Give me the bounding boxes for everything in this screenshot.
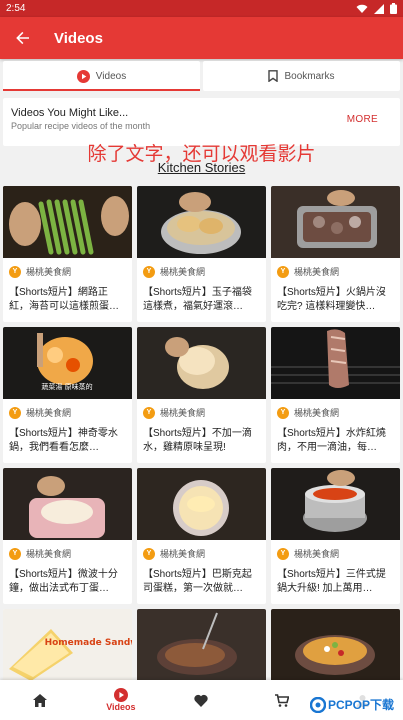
nav-favorites[interactable] xyxy=(161,680,242,720)
app-bar: Videos xyxy=(0,17,403,59)
video-card[interactable]: Y 楊桃美食網 【Shorts短片】不加一滴水，雞精原味呈現! xyxy=(137,327,266,463)
heart-icon xyxy=(194,694,209,707)
tab-bar: Videos Bookmarks xyxy=(0,61,403,91)
card-author: Y 楊桃美食網 xyxy=(3,540,132,560)
channel-logo-icon: Y xyxy=(277,265,289,278)
nav-videos[interactable]: Videos xyxy=(81,680,162,720)
video-thumbnail xyxy=(271,327,400,399)
page-title: Videos xyxy=(54,29,103,47)
video-card[interactable]: Y 楊桃美食網 【Shorts短片】巴斯克起司蛋糕，第一次做就… xyxy=(137,468,266,604)
video-card[interactable]: Y 楊桃美食網 【Shorts短片】三件式提鍋大升級! 加上萬用… xyxy=(271,468,400,604)
section-title: Kitchen Stories xyxy=(0,160,403,175)
author-name: 楊桃美食網 xyxy=(294,267,340,277)
suggest-title: Videos You Might Like... xyxy=(11,107,129,119)
channel-logo-icon: Y xyxy=(9,406,21,419)
bookmark-icon xyxy=(268,70,279,82)
play-circle-icon xyxy=(113,688,128,702)
video-thumbnail xyxy=(137,609,266,681)
video-thumbnail xyxy=(3,186,132,258)
card-author: Y 楊桃美食網 xyxy=(271,540,400,560)
video-thumbnail xyxy=(271,186,400,258)
video-thumbnail xyxy=(271,468,400,540)
video-thumbnail: 蔬菜湯 原味蒸的 xyxy=(3,327,132,399)
nav-home[interactable] xyxy=(0,680,81,720)
back-button[interactable] xyxy=(0,17,46,59)
card-author: Y 楊桃美食網 xyxy=(3,399,132,419)
video-card[interactable]: Y 楊桃美食網 【Shorts短片】玉子福袋這樣煮，福氣好運滾… xyxy=(137,186,266,322)
video-card[interactable]: 蔬菜湯 原味蒸的 Y 楊桃美食網 【Shorts短片】神奇零水鍋，我們看看怎麼… xyxy=(3,327,132,463)
author-name: 楊桃美食網 xyxy=(160,267,206,277)
pcpop-logo-icon xyxy=(309,696,326,713)
video-thumbnail xyxy=(271,609,400,681)
video-thumbnail xyxy=(137,186,266,258)
card-author: Y 楊桃美食網 xyxy=(271,399,400,419)
status-bar: 2:54 xyxy=(0,0,403,17)
suggest-subtitle: Popular recipe videos of the month xyxy=(11,121,151,131)
thumb-caption: Homemade Sandwich xyxy=(45,638,132,648)
card-title: 【Shorts短片】三件式提鍋大升級! 加上萬用… xyxy=(277,569,386,594)
card-author: Y 楊桃美食網 xyxy=(271,258,400,278)
video-thumbnail xyxy=(137,468,266,540)
author-name: 楊桃美食網 xyxy=(26,408,72,418)
author-name: 楊桃美食網 xyxy=(294,408,340,418)
tab-bookmarks[interactable]: Bookmarks xyxy=(203,61,400,91)
channel-logo-icon: Y xyxy=(143,547,155,560)
card-author: Y 楊桃美食網 xyxy=(137,540,266,560)
card-title: 【Shorts短片】網路正紅，海苔可以這樣煎蛋… xyxy=(9,287,119,312)
watermark: PCPOP下载 xyxy=(305,694,398,715)
video-card[interactable]: Y 楊桃美食網 【Shorts短片】網路正紅，海苔可以這樣煎蛋… xyxy=(3,186,132,322)
card-title: 【Shorts短片】火鍋片沒吃完? 這樣料理變快… xyxy=(277,287,386,312)
channel-logo-icon: Y xyxy=(277,547,289,560)
home-icon xyxy=(33,693,48,707)
channel-logo-icon: Y xyxy=(277,406,289,419)
card-title: 【Shorts短片】玉子福袋這樣煮，福氣好運滾… xyxy=(143,287,252,312)
channel-logo-icon: Y xyxy=(143,406,155,419)
author-name: 楊桃美食網 xyxy=(160,549,206,559)
nav-videos-label: Videos xyxy=(106,702,136,712)
card-title: 【Shorts短片】水炸紅燒肉，不用一滴油，每… xyxy=(277,428,386,453)
video-card[interactable]: Y 楊桃美食網 【Shorts短片】微波十分鐘，做出法式布丁蛋… xyxy=(3,468,132,604)
tab-videos-label: Videos xyxy=(95,70,127,82)
channel-logo-icon: Y xyxy=(9,265,21,278)
signal-icon xyxy=(374,3,384,14)
battery-icon xyxy=(390,3,397,14)
video-thumbnail xyxy=(137,327,266,399)
author-name: 楊桃美食網 xyxy=(26,549,72,559)
card-title: 【Shorts短片】不加一滴水，雞精原味呈現! xyxy=(143,428,252,453)
tab-videos[interactable]: Videos xyxy=(3,61,200,91)
system-icons xyxy=(356,3,397,14)
author-name: 楊桃美食網 xyxy=(26,267,72,277)
status-time: 2:54 xyxy=(6,3,26,14)
card-title: 【Shorts短片】巴斯克起司蛋糕，第一次做就… xyxy=(143,569,252,594)
card-author: Y 楊桃美食網 xyxy=(137,399,266,419)
wifi-icon xyxy=(356,4,368,13)
author-name: 楊桃美食網 xyxy=(160,408,206,418)
tab-bookmarks-label: Bookmarks xyxy=(284,70,335,82)
cart-icon xyxy=(275,693,290,707)
video-grid: Y 楊桃美食網 【Shorts短片】網路正紅，海苔可以這樣煎蛋… Y 楊桃美食網 【… xyxy=(3,186,400,720)
arrow-left-icon xyxy=(16,31,29,45)
video-card[interactable]: Y 楊桃美食網 【Shorts短片】水炸紅燒肉，不用一滴油，每… xyxy=(271,327,400,463)
channel-logo-icon: Y xyxy=(9,547,21,560)
card-author: Y 楊桃美食網 xyxy=(3,258,132,278)
author-name: 楊桃美食網 xyxy=(294,549,340,559)
card-title: 【Shorts短片】微波十分鐘，做出法式布丁蛋… xyxy=(9,569,118,594)
thumb-caption: 蔬菜湯 原味蒸的 xyxy=(41,382,92,391)
play-circle-icon xyxy=(76,69,90,83)
card-author: Y 楊桃美食網 xyxy=(137,258,266,278)
video-card[interactable]: Y 楊桃美食網 【Shorts短片】火鍋片沒吃完? 這樣料理變快… xyxy=(271,186,400,322)
more-button[interactable]: MORE xyxy=(347,114,378,125)
video-thumbnail: Homemade Sandwich xyxy=(3,609,132,681)
watermark-text: PCPOP下载 xyxy=(327,698,394,712)
video-thumbnail xyxy=(3,468,132,540)
section-title-text[interactable]: Kitchen Stories xyxy=(158,160,245,175)
card-title: 【Shorts短片】神奇零水鍋，我們看看怎麼… xyxy=(9,428,118,453)
channel-logo-icon: Y xyxy=(143,265,155,278)
